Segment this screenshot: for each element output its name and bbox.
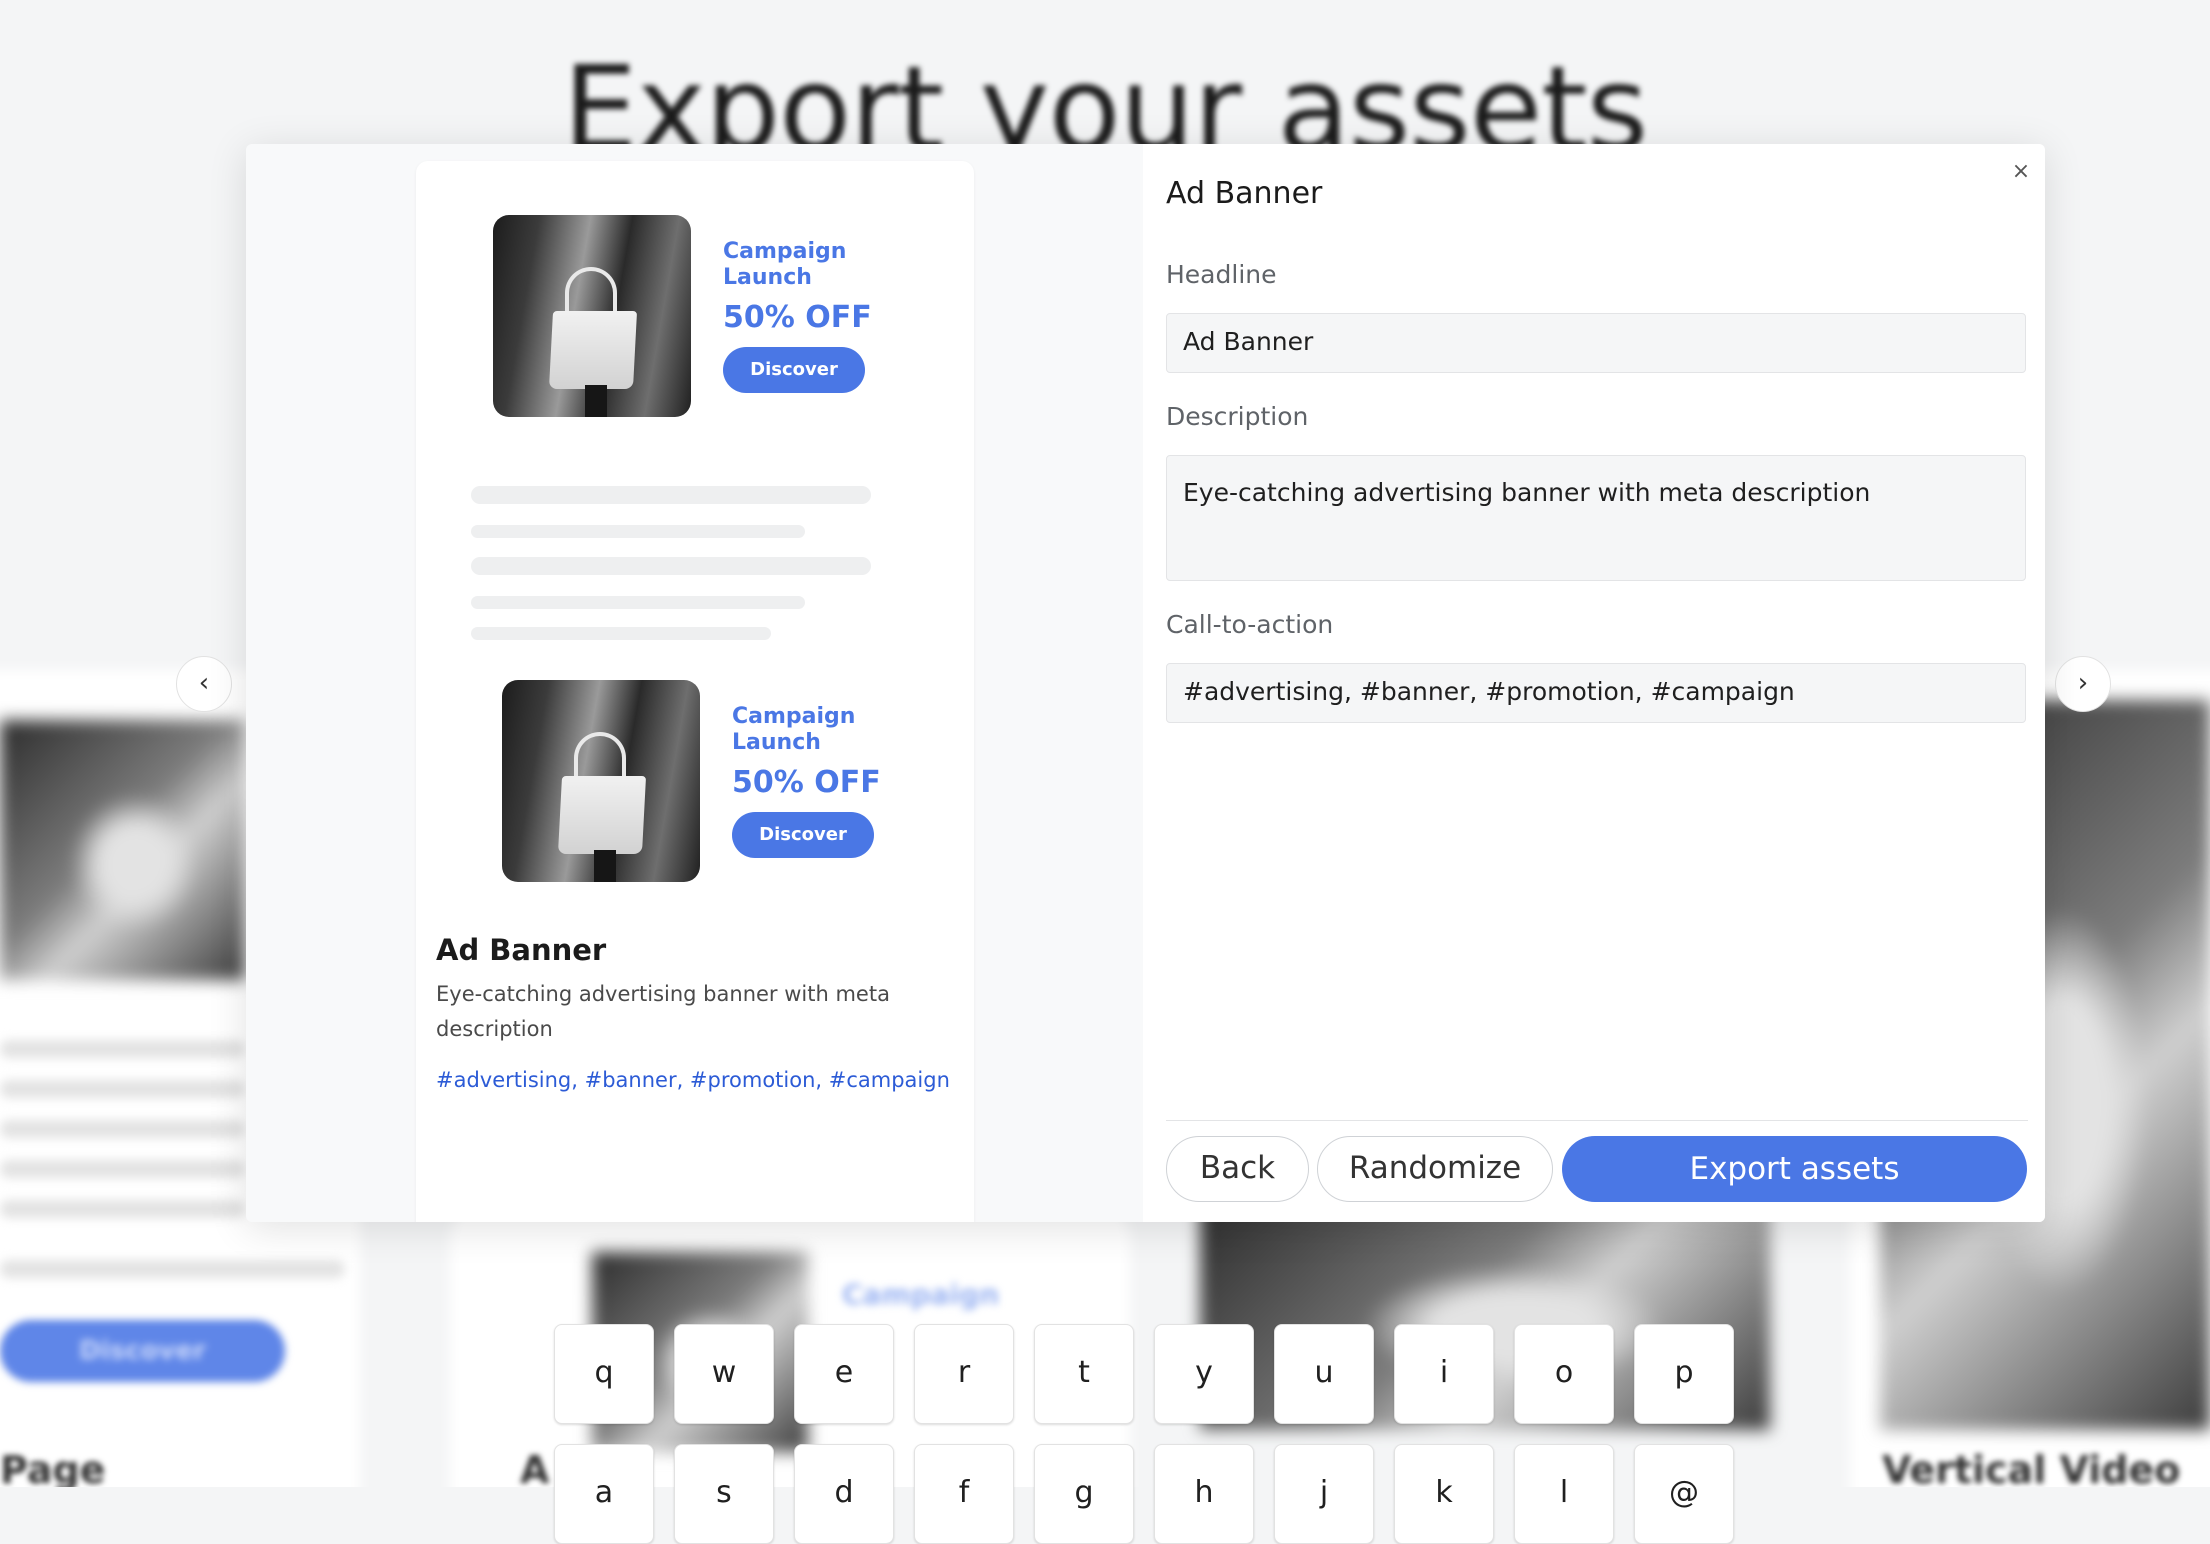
person-legs-icon [585, 385, 607, 417]
key-p[interactable]: p [1634, 1324, 1734, 1424]
ad-offer: 50% OFF [732, 765, 881, 800]
key-t[interactable]: t [1034, 1324, 1134, 1424]
previous-arrow-icon[interactable]: ‹ [176, 656, 232, 712]
skeleton-line [471, 557, 871, 575]
key-o[interactable]: o [1514, 1324, 1614, 1424]
key-k[interactable]: k [1394, 1444, 1494, 1544]
key-e[interactable]: e [794, 1324, 894, 1424]
background-skeleton-line [0, 1040, 245, 1058]
close-icon[interactable]: × [2007, 158, 2035, 186]
background-skeleton-line [0, 1080, 245, 1098]
key-l[interactable]: l [1514, 1444, 1614, 1544]
form-title: Ad Banner [1166, 176, 1323, 211]
ad-banner-preview: Campaign Launch 50% OFF Discover [493, 215, 893, 417]
call-to-action-label: Call-to-action [1166, 610, 1334, 639]
skeleton-line [471, 596, 805, 609]
ad-photo [502, 680, 700, 882]
ad-banner-preview: Campaign Launch 50% OFF Discover [502, 680, 902, 882]
ad-discover-button: Discover [723, 347, 865, 393]
background-card-left-photo [0, 720, 245, 980]
description-textarea[interactable]: Eye-catching advertising banner with met… [1166, 455, 2026, 581]
background-skeleton-line [0, 1120, 245, 1138]
key-g[interactable]: g [1034, 1444, 1134, 1544]
bag-icon [557, 776, 647, 854]
description-label: Description [1166, 402, 1309, 431]
key-u[interactable]: u [1274, 1324, 1374, 1424]
export-modal: Campaign Launch 50% OFF Discover Campaig… [246, 144, 2045, 1222]
background-card-right-title: Vertical Video [1882, 1448, 2181, 1487]
key-r[interactable]: r [914, 1324, 1014, 1424]
preview-tags: #advertising, #banner, #promotion, #camp… [436, 1068, 950, 1092]
key-i[interactable]: i [1394, 1324, 1494, 1424]
key-w[interactable]: w [674, 1324, 774, 1424]
key-j[interactable]: j [1274, 1444, 1374, 1544]
preview-card[interactable]: Campaign Launch 50% OFF Discover Campaig… [416, 161, 974, 1222]
background-skeleton-line [0, 1200, 245, 1218]
background-skeleton-line [0, 1260, 345, 1278]
ad-offer: 50% OFF [723, 300, 872, 335]
ad-kicker: Campaign Launch [732, 704, 856, 755]
skeleton-line [471, 486, 871, 504]
headline-label: Headline [1166, 260, 1277, 289]
key-y[interactable]: y [1154, 1324, 1254, 1424]
key-at[interactable]: @ [1634, 1444, 1734, 1544]
background-card-middle-kicker: Campaign [842, 1278, 1000, 1311]
key-q[interactable]: q [554, 1324, 654, 1424]
ad-kicker: Campaign Launch [723, 239, 847, 290]
background-skeleton-line [0, 1160, 245, 1178]
background-card-middle-title: A [520, 1448, 550, 1487]
background-discover-button: Discover [0, 1320, 285, 1382]
preview-title: Ad Banner [436, 933, 607, 967]
back-button[interactable]: Back [1166, 1136, 1309, 1202]
key-s[interactable]: s [674, 1444, 774, 1544]
ad-discover-button: Discover [732, 812, 874, 858]
next-arrow-icon[interactable]: › [2055, 656, 2111, 712]
preview-card-inner: Campaign Launch 50% OFF Discover Campaig… [416, 161, 974, 1126]
skeleton-line [471, 525, 805, 538]
bag-icon [548, 311, 638, 389]
key-f[interactable]: f [914, 1444, 1014, 1544]
preview-description: Eye-catching advertising banner with met… [436, 982, 890, 1041]
key-h[interactable]: h [1154, 1444, 1254, 1544]
person-legs-icon [594, 850, 616, 882]
background-card-left-title: Page [0, 1448, 106, 1487]
call-to-action-input[interactable]: #advertising, #banner, #promotion, #camp… [1166, 663, 2026, 723]
randomize-button[interactable]: Randomize [1317, 1136, 1553, 1202]
export-assets-button[interactable]: Export assets [1562, 1136, 2027, 1202]
key-d[interactable]: d [794, 1444, 894, 1544]
headline-input[interactable]: Ad Banner [1166, 313, 2026, 373]
skeleton-line [471, 627, 771, 640]
key-a[interactable]: a [554, 1444, 654, 1544]
actions-divider [1166, 1120, 2028, 1121]
ad-photo [493, 215, 691, 417]
